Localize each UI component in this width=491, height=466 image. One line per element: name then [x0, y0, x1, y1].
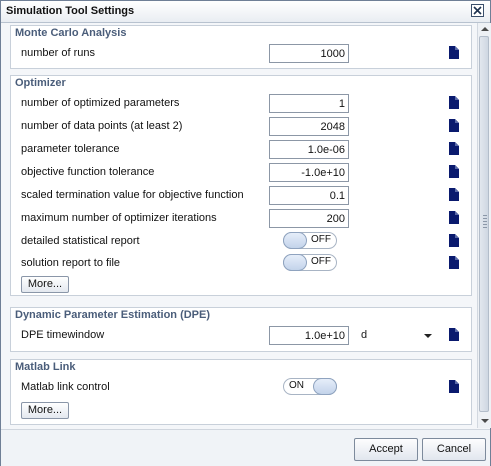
optimizer-more-button[interactable]: More... — [21, 276, 69, 293]
settings-window: Simulation Tool Settings Monte Carlo Ana… — [0, 0, 491, 466]
document-icon[interactable] — [449, 380, 459, 393]
window-title: Simulation Tool Settings — [6, 5, 135, 17]
document-icon[interactable] — [449, 211, 459, 224]
document-icon[interactable] — [449, 256, 459, 269]
matlab-link-toggle[interactable]: ON — [283, 378, 337, 395]
title-bar: Simulation Tool Settings — [1, 1, 490, 23]
solution-report-row: solution report to file OFF — [11, 254, 471, 274]
detailed-report-toggle[interactable]: OFF — [283, 232, 337, 249]
data-points-input[interactable] — [269, 117, 349, 136]
chevron-down-icon — [424, 334, 432, 338]
toggle-knob — [283, 254, 307, 271]
optimizer-row: number of data points (at least 2) — [11, 117, 471, 137]
optimized-parameters-label: number of optimized parameters — [21, 97, 180, 109]
matlab-link-section: Matlab Link Matlab link control ON More.… — [10, 359, 472, 425]
objective-tolerance-input[interactable] — [269, 163, 349, 182]
dpe-section: Dynamic Parameter Estimation (DPE) DPE t… — [10, 307, 472, 352]
objective-tolerance-label: objective function tolerance — [21, 166, 155, 178]
optimizer-row: parameter tolerance — [11, 140, 471, 160]
scroll-down-icon[interactable] — [481, 419, 489, 423]
parameter-tolerance-input[interactable] — [269, 140, 349, 159]
monte-carlo-section: Monte Carlo Analysis number of runs — [10, 25, 472, 69]
section-header: Dynamic Parameter Estimation (DPE) — [11, 308, 471, 324]
parameter-tolerance-label: parameter tolerance — [21, 143, 120, 155]
dpe-timewindow-label: DPE timewindow — [21, 329, 105, 341]
scroll-up-icon[interactable] — [481, 27, 489, 31]
dpe-timewindow-input[interactable] — [269, 326, 349, 345]
vertical-scrollbar[interactable] — [477, 23, 491, 428]
settings-scroll-area[interactable]: Monte Carlo Analysis number of runs Opti… — [2, 23, 476, 428]
matlab-link-label: Matlab link control — [21, 381, 110, 393]
cancel-button[interactable]: Cancel — [422, 438, 486, 461]
toggle-state-label: ON — [289, 380, 304, 391]
matlab-more-button[interactable]: More... — [21, 402, 69, 419]
close-button[interactable] — [471, 4, 484, 17]
termination-value-label: scaled termination value for objective f… — [21, 189, 244, 201]
document-icon[interactable] — [449, 165, 459, 178]
number-of-runs-row: number of runs — [11, 44, 471, 64]
section-header: Monte Carlo Analysis — [11, 26, 471, 42]
toggle-knob — [313, 378, 337, 395]
termination-value-input[interactable] — [269, 186, 349, 205]
detailed-report-row: detailed statistical report OFF — [11, 232, 471, 252]
matlab-link-row: Matlab link control ON — [11, 378, 471, 398]
number-of-runs-input[interactable] — [269, 44, 349, 63]
toggle-state-label: OFF — [311, 234, 331, 245]
grip-icon — [483, 215, 487, 229]
dialog-footer: Accept Cancel — [1, 429, 490, 466]
document-icon[interactable] — [449, 234, 459, 247]
document-icon[interactable] — [449, 142, 459, 155]
solution-report-toggle[interactable]: OFF — [283, 254, 337, 271]
document-icon[interactable] — [449, 188, 459, 201]
detailed-report-label: detailed statistical report — [21, 235, 140, 247]
solution-report-label: solution report to file — [21, 257, 121, 269]
optimizer-row: number of optimized parameters — [11, 94, 471, 114]
toggle-knob — [283, 232, 307, 249]
data-points-label: number of data points (at least 2) — [21, 120, 183, 132]
max-iterations-label: maximum number of optimizer iterations — [21, 212, 217, 224]
optimizer-row: maximum number of optimizer iterations — [11, 209, 471, 229]
document-icon[interactable] — [449, 46, 459, 59]
optimizer-row: scaled termination value for objective f… — [11, 186, 471, 206]
optimizer-title: Optimizer — [15, 77, 66, 89]
matlab-link-title: Matlab Link — [15, 361, 76, 373]
document-icon[interactable] — [449, 328, 459, 341]
max-iterations-input[interactable] — [269, 209, 349, 228]
document-icon[interactable] — [449, 96, 459, 109]
scroll-thumb[interactable] — [479, 36, 489, 412]
document-icon[interactable] — [449, 119, 459, 132]
section-header: Optimizer — [11, 76, 471, 92]
monte-carlo-title: Monte Carlo Analysis — [15, 27, 127, 39]
optimizer-row: objective function tolerance — [11, 163, 471, 183]
optimizer-section: Optimizer number of optimized parameters… — [10, 75, 472, 296]
dpe-title: Dynamic Parameter Estimation (DPE) — [15, 309, 211, 321]
optimized-parameters-input[interactable] — [269, 94, 349, 113]
toggle-state-label: OFF — [311, 256, 331, 267]
unit-value: d — [361, 329, 368, 341]
dpe-timewindow-row: DPE timewindow d — [11, 326, 471, 346]
number-of-runs-label: number of runs — [21, 47, 95, 59]
accept-button[interactable]: Accept — [354, 438, 418, 461]
section-header: Matlab Link — [11, 360, 471, 376]
